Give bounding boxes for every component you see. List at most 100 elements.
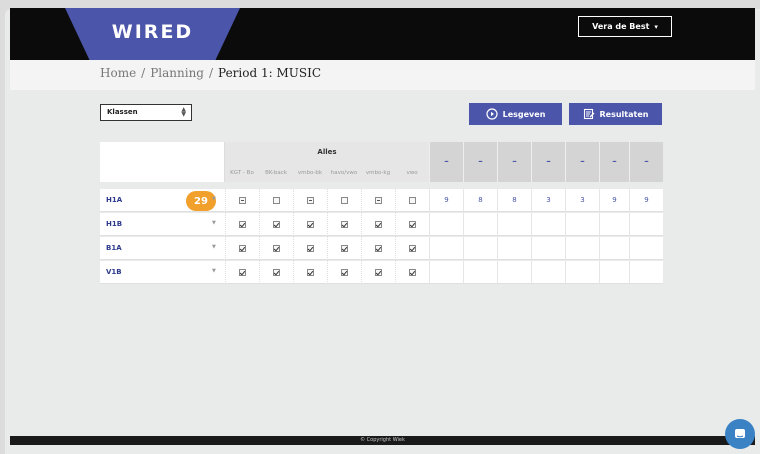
level-checkbox-cell[interactable] [361,261,395,284]
checkbox-checked[interactable] [307,244,314,252]
checkbox-checked[interactable] [341,220,348,228]
user-menu-button[interactable]: Vera de Best ▾ [578,16,672,37]
period-value[interactable]: 9 [599,189,629,212]
checkbox-partial[interactable] [239,196,246,204]
breadcrumb-planning[interactable]: Planning [150,66,204,80]
period-value[interactable] [565,237,599,260]
level-checkbox-cell[interactable] [361,213,395,236]
chevron-down-icon[interactable]: ▼ [212,268,216,274]
level-checkbox-cell[interactable] [327,213,361,236]
checkbox-checked[interactable] [375,268,382,276]
period-col-header[interactable]: – [531,142,565,182]
resultaten-button[interactable]: Resultaten [569,103,662,125]
checkbox-checked[interactable] [375,220,382,228]
checkbox-partial[interactable] [375,196,382,204]
class-cell[interactable]: B1A ▼ [100,237,225,260]
level-checkbox-cell[interactable] [327,261,361,284]
level-checkbox-cell[interactable] [395,261,429,284]
period-value[interactable] [497,237,531,260]
period-value[interactable]: 3 [565,189,599,212]
level-checkbox-cell[interactable] [361,189,395,212]
checkbox[interactable] [409,196,416,204]
breadcrumb-home[interactable]: Home [100,66,136,80]
level-checkbox-cell[interactable] [293,237,327,260]
period-value[interactable] [463,237,497,260]
chevron-down-icon[interactable]: ▼ [212,220,216,226]
period-value[interactable] [429,237,463,260]
level-checkbox-cell[interactable] [225,213,259,236]
checkbox-checked[interactable] [409,244,416,252]
group-type-select[interactable]: Klassen ▲ ▼ [100,104,192,121]
checkbox-checked[interactable] [239,244,246,252]
period-col-header[interactable]: – [629,142,663,182]
period-value[interactable]: 9 [629,189,663,212]
level-checkbox-cell[interactable] [259,189,293,212]
checkbox-checked[interactable] [239,220,246,228]
checkbox-checked[interactable] [409,220,416,228]
wired-logo[interactable]: WIRED [65,21,240,43]
checkbox-checked[interactable] [273,220,280,228]
period-value[interactable] [565,261,599,284]
period-col-header[interactable]: – [599,142,629,182]
level-checkbox-cell[interactable] [327,189,361,212]
level-checkbox-cell[interactable] [327,237,361,260]
period-value[interactable] [497,261,531,284]
period-value[interactable] [599,261,629,284]
period-value[interactable]: 8 [463,189,497,212]
level-checkbox-cell[interactable] [395,237,429,260]
chevron-down-icon[interactable]: ▼ [212,196,216,202]
level-checkbox-cell[interactable] [225,189,259,212]
period-value[interactable]: 9 [429,189,463,212]
period-value[interactable] [629,237,663,260]
period-col-header[interactable]: – [429,142,463,182]
period-value[interactable] [531,237,565,260]
checkbox-checked[interactable] [273,244,280,252]
checkbox-checked[interactable] [307,268,314,276]
checkbox-partial[interactable] [307,196,314,204]
period-col-header[interactable]: – [565,142,599,182]
checkbox[interactable] [341,196,348,204]
period-value[interactable] [463,213,497,236]
period-value[interactable] [565,213,599,236]
checkbox-checked[interactable] [341,244,348,252]
checkbox-checked[interactable] [341,268,348,276]
period-value[interactable] [629,261,663,284]
period-col-header[interactable]: – [463,142,497,182]
period-value[interactable] [429,261,463,284]
chevron-down-icon[interactable]: ▼ [212,244,216,250]
period-value[interactable] [463,261,497,284]
class-cell[interactable]: H1B ▼ [100,213,225,236]
level-checkbox-cell[interactable] [293,189,327,212]
class-cell[interactable]: V1B ▼ [100,261,225,284]
period-value[interactable] [531,213,565,236]
checkbox[interactable] [273,196,280,204]
level-checkbox-cell[interactable] [395,213,429,236]
level-checkbox-cell[interactable] [361,237,395,260]
checkbox-checked[interactable] [239,268,246,276]
checkbox-checked[interactable] [273,268,280,276]
level-checkbox-cell[interactable] [225,261,259,284]
period-value[interactable] [531,261,565,284]
period-value[interactable] [629,213,663,236]
period-value[interactable] [599,237,629,260]
period-value[interactable] [599,213,629,236]
level-checkbox-cell[interactable] [293,261,327,284]
level-checkbox-cell[interactable] [225,237,259,260]
alles-title[interactable]: Alles [225,148,429,156]
level-checkbox-cell[interactable] [293,213,327,236]
period-value[interactable]: 8 [497,189,531,212]
checkbox-checked[interactable] [375,244,382,252]
checkbox-checked[interactable] [409,268,416,276]
class-cell[interactable]: H1A 29 ▼ [100,189,225,212]
level-checkbox-cell[interactable] [259,237,293,260]
chat-launcher-button[interactable] [725,419,755,449]
level-checkbox-cell[interactable] [259,261,293,284]
period-value[interactable] [429,213,463,236]
period-value[interactable]: 3 [531,189,565,212]
checkbox-checked[interactable] [307,220,314,228]
level-checkbox-cell[interactable] [259,213,293,236]
period-value[interactable] [497,213,531,236]
lesgeven-button[interactable]: Lesgeven [469,103,562,125]
period-col-header[interactable]: – [497,142,531,182]
level-checkbox-cell[interactable] [395,189,429,212]
